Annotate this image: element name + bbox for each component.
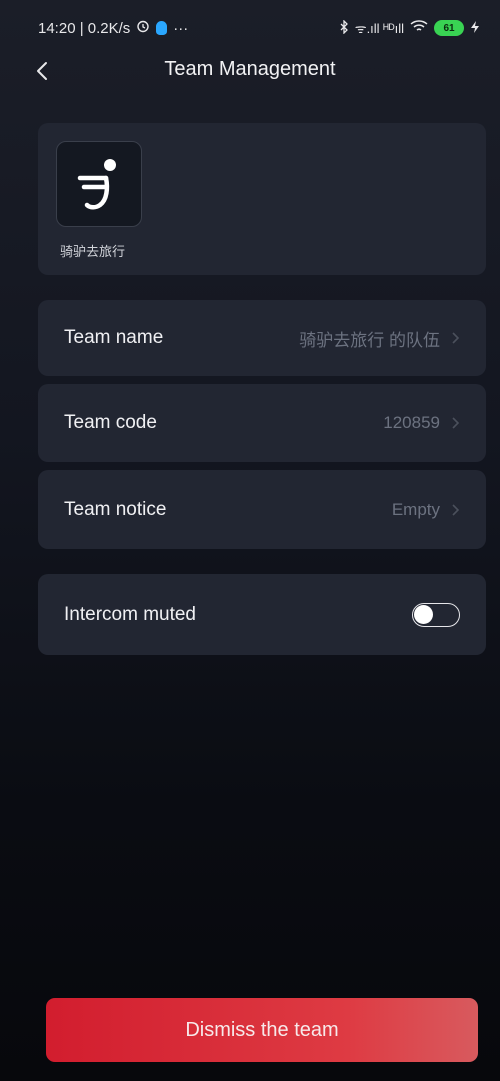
- back-button[interactable]: [30, 58, 54, 84]
- status-time-speed: 14:20 | 0.2K/s: [38, 19, 131, 37]
- top-bar: Team Management: [0, 56, 500, 90]
- team-notice-label: Team notice: [64, 498, 167, 520]
- team-name-row[interactable]: Team name 骑驴去旅行 的队伍: [38, 300, 486, 376]
- intercom-muted-row: Intercom muted: [38, 574, 486, 655]
- page-title: Team Management: [164, 58, 336, 80]
- signal-icon: ᯤ.ıll ᴴᴰıll: [354, 21, 404, 36]
- chevron-right-icon: [452, 503, 460, 516]
- status-bar: 14:20 | 0.2K/s ··· ᯤ.ıll ᴴᴰıll 61: [0, 0, 500, 56]
- team-code-label: Team code: [64, 412, 157, 433]
- team-code-row[interactable]: Team code 120859: [38, 384, 486, 462]
- team-name-value: 骑驴去旅行 的队伍: [299, 330, 440, 350]
- scooter-rider-icon: [77, 159, 116, 210]
- team-notice-value: Empty: [391, 499, 440, 519]
- team-logo-caption: 骑驴去旅行: [60, 244, 126, 259]
- chevron-left-icon: [37, 62, 47, 80]
- chevron-right-icon: [452, 332, 460, 344]
- team-logo-card: 骑驴去旅行: [38, 123, 486, 275]
- battery-indicator: 61: [434, 20, 464, 36]
- charging-icon: [470, 20, 480, 37]
- intercom-muted-label: Intercom muted: [64, 603, 196, 625]
- team-name-label: Team name: [64, 327, 164, 348]
- alarm-icon: [136, 19, 150, 37]
- toggle-knob: [414, 604, 433, 624]
- status-right: ᯤ.ıll ᴴᴰıll 61: [339, 18, 480, 37]
- chevron-right-icon: [452, 417, 460, 429]
- team-notice-row[interactable]: Team notice Empty: [38, 470, 486, 549]
- team-code-value-group: 120859: [383, 413, 460, 433]
- wifi-icon: [410, 20, 428, 36]
- team-notice-value-group: Empty: [392, 500, 460, 520]
- qq-icon: [156, 21, 168, 35]
- status-left: 14:20 | 0.2K/s ···: [38, 19, 188, 37]
- more-dots: ···: [173, 19, 189, 37]
- team-name-value-group: 骑驴去旅行 的队伍: [299, 326, 460, 351]
- intercom-muted-toggle[interactable]: [412, 602, 460, 627]
- bluetooth-icon: [339, 18, 349, 37]
- team-logo[interactable]: [56, 141, 142, 227]
- team-code-value: 120859: [383, 413, 440, 432]
- dismiss-team-button[interactable]: Dismiss the team: [46, 998, 478, 1062]
